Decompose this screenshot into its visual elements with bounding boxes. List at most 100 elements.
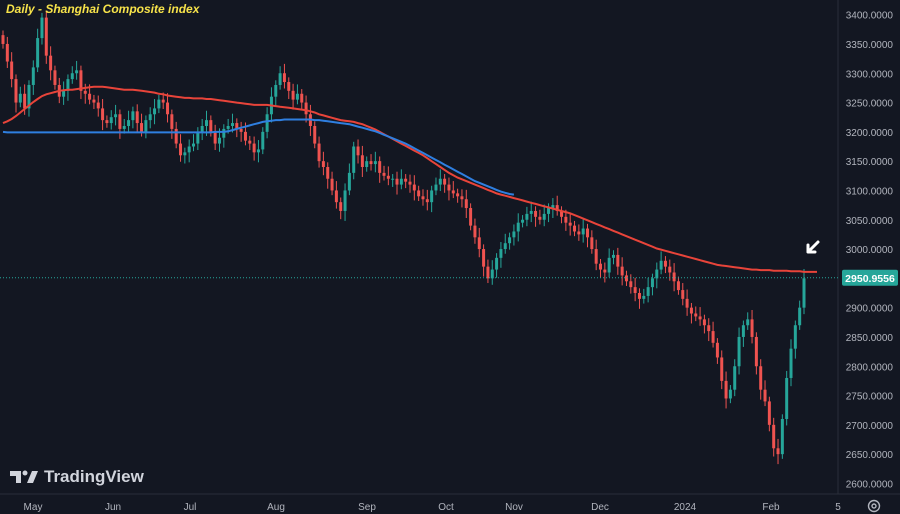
time-tick-label: Sep bbox=[358, 502, 376, 513]
candle-body bbox=[122, 125, 126, 129]
price-tick-label: 3250.0000 bbox=[846, 99, 894, 110]
time-tick-label: Feb bbox=[762, 502, 780, 513]
candle-body bbox=[663, 260, 667, 267]
price-tick-label: 3000.0000 bbox=[846, 245, 894, 256]
candle-body bbox=[92, 99, 96, 103]
candle-body bbox=[620, 266, 624, 276]
candle-body bbox=[386, 175, 390, 179]
time-tick-label: Dec bbox=[591, 502, 609, 513]
candle-body bbox=[170, 114, 174, 129]
candle-body bbox=[594, 249, 598, 264]
candle-body bbox=[434, 184, 438, 191]
candle-body bbox=[44, 17, 48, 56]
candle-body bbox=[759, 366, 763, 390]
candle-body bbox=[18, 93, 22, 103]
candle-body bbox=[724, 380, 728, 399]
candle-body bbox=[486, 266, 490, 279]
candle-body bbox=[508, 237, 512, 244]
candle-body bbox=[248, 140, 252, 144]
candle-body bbox=[183, 152, 187, 156]
candle-body bbox=[204, 120, 208, 126]
price-tick-label: 3300.0000 bbox=[846, 69, 894, 80]
candle-body bbox=[529, 210, 533, 214]
candle-body bbox=[157, 99, 161, 109]
candle-body bbox=[395, 178, 399, 185]
candle-body bbox=[352, 146, 356, 173]
candle-body bbox=[728, 389, 732, 399]
candle-body bbox=[230, 123, 234, 126]
candle-body bbox=[192, 143, 196, 147]
candle-body bbox=[715, 342, 719, 358]
candle-body bbox=[603, 269, 607, 273]
candle-body bbox=[339, 202, 343, 211]
candle-body bbox=[347, 172, 351, 191]
candle-body bbox=[534, 210, 538, 217]
candle-body bbox=[425, 199, 429, 203]
candle-body bbox=[737, 336, 741, 367]
candle-body bbox=[542, 213, 546, 220]
candle-body bbox=[70, 73, 74, 80]
candle-body bbox=[698, 316, 702, 320]
candle-body bbox=[243, 131, 247, 141]
time-tick-label: 2024 bbox=[674, 502, 697, 513]
candle-body bbox=[53, 70, 57, 85]
candle-body bbox=[304, 102, 308, 115]
candle-body bbox=[75, 70, 79, 74]
candle-body bbox=[702, 319, 706, 326]
time-tick-label: 5 bbox=[835, 502, 841, 513]
time-tick-label: Aug bbox=[267, 502, 285, 513]
candle-body bbox=[10, 61, 14, 80]
tradingview-logo-icon bbox=[10, 470, 38, 483]
candle-body bbox=[399, 178, 403, 185]
candle-body bbox=[196, 131, 200, 144]
candle-body bbox=[750, 319, 754, 337]
candle-body bbox=[767, 401, 771, 425]
candle-body bbox=[685, 298, 689, 308]
candle-body bbox=[650, 278, 654, 288]
candle-body bbox=[408, 181, 412, 185]
candle-body bbox=[646, 287, 650, 296]
candle-body bbox=[430, 190, 434, 203]
last-price-tag: 2950.9556 bbox=[842, 269, 898, 286]
candle-body bbox=[443, 178, 447, 185]
candle-body bbox=[161, 99, 165, 103]
price-tick-label: 2850.0000 bbox=[846, 333, 894, 344]
candle-body bbox=[711, 331, 715, 343]
candle-body bbox=[616, 254, 620, 267]
candle-body bbox=[599, 263, 603, 270]
candle-body bbox=[148, 114, 152, 121]
candle-body bbox=[573, 225, 577, 232]
time-tick-label: Jul bbox=[184, 502, 197, 513]
candle-body bbox=[326, 167, 330, 179]
candle-body bbox=[659, 260, 663, 270]
candlestick-chart[interactable]: 3400.0000 3350.0000 3300.0000 3250.0000 3200… bbox=[0, 0, 900, 514]
time-tick-label: May bbox=[24, 502, 43, 513]
candle-body bbox=[174, 128, 178, 144]
candle-body bbox=[300, 93, 304, 103]
candle-body bbox=[274, 84, 278, 97]
candle-body bbox=[754, 336, 758, 367]
candle-body bbox=[746, 319, 750, 326]
candle-body bbox=[451, 190, 455, 194]
price-tick-label: 2600.0000 bbox=[846, 479, 894, 490]
candle-body bbox=[482, 249, 486, 267]
candle-body bbox=[521, 219, 525, 223]
candle-body bbox=[802, 278, 806, 308]
candle-body bbox=[694, 313, 698, 317]
candle-body bbox=[741, 325, 745, 337]
gear-icon[interactable] bbox=[866, 498, 882, 514]
candle-body bbox=[776, 448, 780, 455]
candle-body bbox=[464, 199, 468, 209]
candle-body bbox=[477, 237, 481, 250]
candle-body bbox=[252, 143, 256, 153]
candle-body bbox=[456, 193, 460, 197]
candle-body bbox=[295, 93, 299, 100]
candle-body bbox=[313, 125, 317, 144]
candle-body bbox=[785, 377, 789, 419]
candle-body bbox=[222, 128, 226, 138]
candle-body bbox=[607, 257, 611, 273]
price-tick-label: 2900.0000 bbox=[846, 304, 894, 315]
candle-body bbox=[460, 196, 464, 200]
time-tick-label: Oct bbox=[438, 502, 454, 513]
price-tick-label: 3150.0000 bbox=[846, 157, 894, 168]
